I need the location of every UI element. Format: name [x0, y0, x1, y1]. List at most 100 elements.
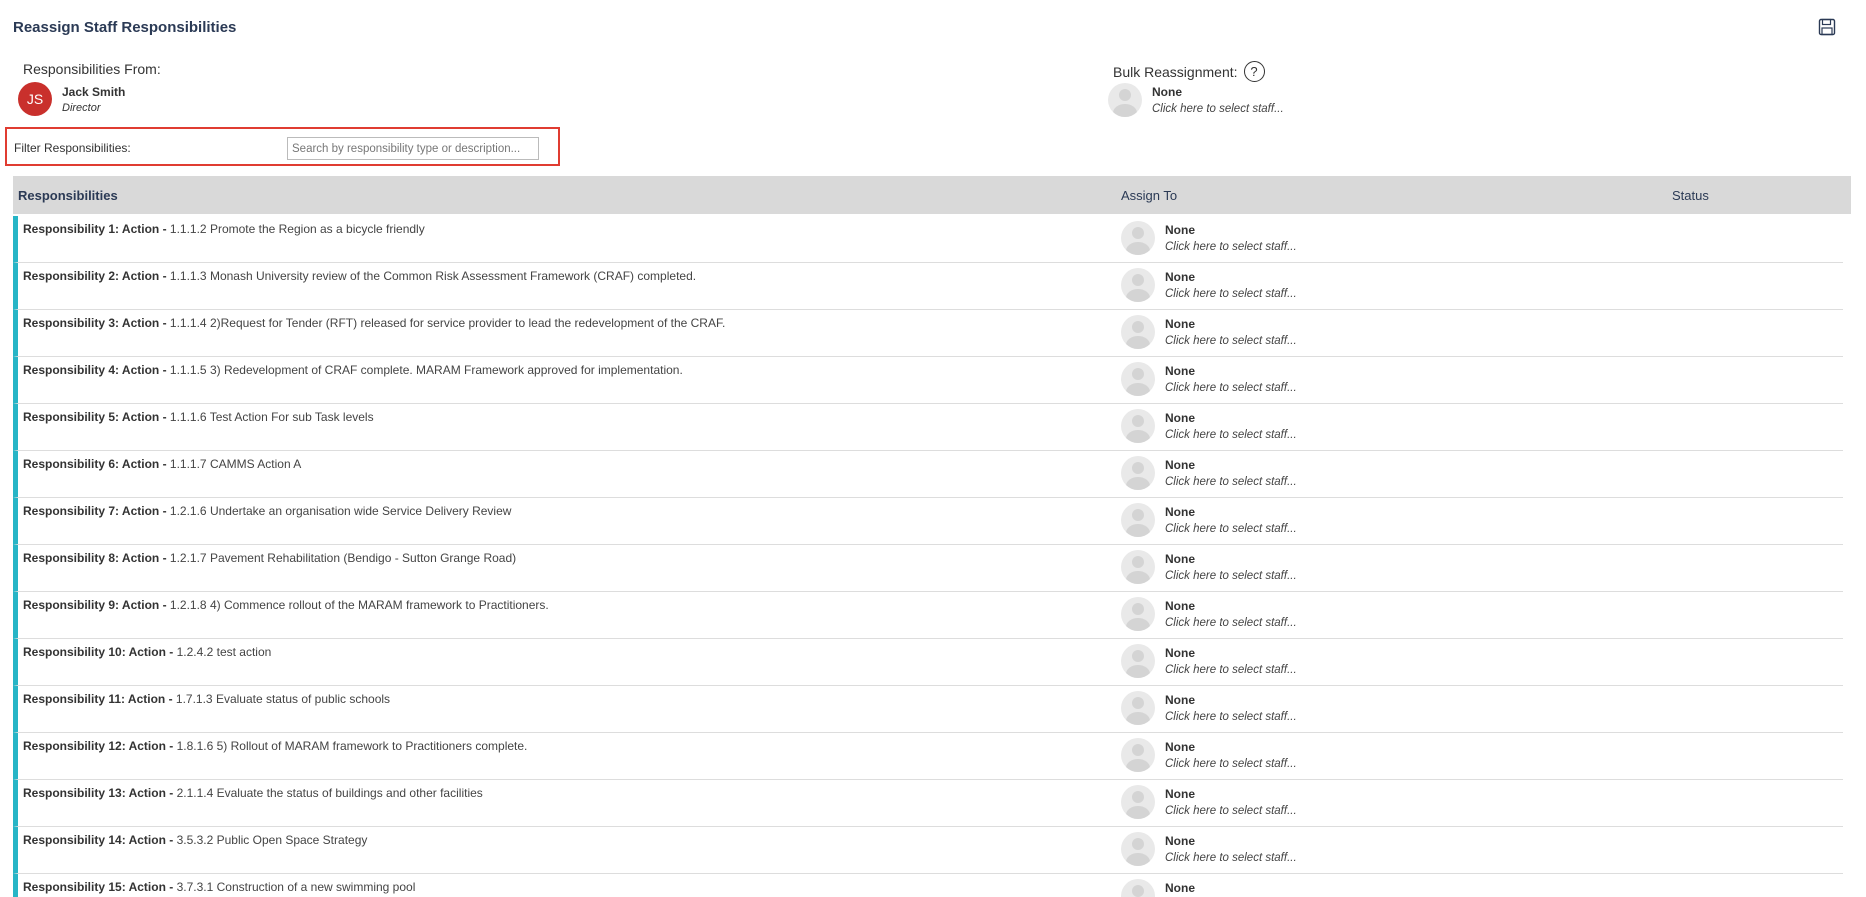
- assign-hint[interactable]: Click here to select staff...: [1165, 476, 1297, 488]
- table-row[interactable]: Responsibility 11: Action - 1.7.1.3 Eval…: [13, 686, 1843, 733]
- filter-search-input[interactable]: [287, 137, 539, 160]
- responsibility-label: Responsibility 6: Action -: [23, 457, 167, 471]
- assign-hint[interactable]: Click here to select staff...: [1165, 288, 1297, 300]
- assign-to-selector[interactable]: NoneClick here to select staff...: [1121, 738, 1297, 772]
- table-row[interactable]: Responsibility 7: Action - 1.2.1.6 Under…: [13, 498, 1843, 545]
- assign-to-selector[interactable]: NoneClick here to select staff...: [1121, 268, 1297, 302]
- table-row[interactable]: Responsibility 9: Action - 1.2.1.8 4) Co…: [13, 592, 1843, 639]
- assign-details: NoneClick here to select staff...: [1165, 881, 1297, 897]
- assign-hint[interactable]: Click here to select staff...: [1165, 664, 1297, 676]
- responsibility-label: Responsibility 12: Action -: [23, 739, 174, 753]
- assign-hint[interactable]: Click here to select staff...: [1165, 711, 1297, 723]
- responsibility-text: 1.1.1.6 Test Action For sub Task levels: [166, 410, 374, 424]
- assignee-name: None: [1165, 505, 1195, 519]
- table-row[interactable]: Responsibility 1: Action - 1.1.1.2 Promo…: [13, 216, 1843, 263]
- assign-to-selector[interactable]: NoneClick here to select staff...: [1121, 785, 1297, 819]
- assignee-name: None: [1165, 411, 1195, 425]
- assignee-name: None: [1165, 693, 1195, 707]
- bulk-reassignment-label: Bulk Reassignment:: [1113, 63, 1238, 80]
- assign-hint[interactable]: Click here to select staff...: [1165, 429, 1297, 441]
- assign-details: None Click here to select staff...: [1165, 646, 1297, 676]
- help-icon[interactable]: ?: [1243, 61, 1265, 82]
- header-responsibilities[interactable]: Responsibilities: [18, 188, 118, 203]
- assign-hint[interactable]: Click here to select staff...: [1165, 852, 1297, 864]
- responsibility-description: Responsibility 14: Action - 3.5.3.2 Publ…: [23, 833, 367, 847]
- assign-to-selector[interactable]: None Click here to select staff...: [1121, 691, 1297, 725]
- assign-hint[interactable]: Click here to select staff...: [1165, 617, 1297, 629]
- table-row[interactable]: Responsibility 4: Action - 1.1.1.5 3) Re…: [13, 357, 1843, 404]
- responsibility-label: Responsibility 10: Action -: [23, 645, 174, 659]
- assignee-name: None: [1165, 646, 1195, 660]
- assign-hint[interactable]: Click here to select staff...: [1165, 523, 1297, 535]
- assign-hint[interactable]: Click here to select staff...: [1165, 570, 1297, 582]
- responsibility-description: Responsibility 4: Action - 1.1.1.5 3) Re…: [23, 363, 683, 377]
- assign-details: None Click here to select staff...: [1165, 505, 1297, 535]
- responsibility-text: 1.7.1.3 Evaluate status of public school…: [172, 692, 391, 706]
- assign-details: None Click here to select staff...: [1165, 458, 1297, 488]
- assign-to-selector[interactable]: NoneClick here to select staff...: [1121, 362, 1297, 396]
- user-placeholder-icon: [1121, 879, 1155, 897]
- user-placeholder-icon: [1121, 362, 1155, 396]
- user-placeholder-icon: [1121, 644, 1155, 678]
- table-row[interactable]: Responsibility 14: Action - 3.5.3.2 Publ…: [13, 827, 1843, 874]
- table-row[interactable]: Responsibility 5: Action - 1.1.1.6 Test …: [13, 404, 1843, 451]
- assign-to-selector[interactable]: None Click here to select staff...: [1121, 644, 1297, 678]
- bulk-assign-selector[interactable]: None Click here to select staff...: [1108, 83, 1284, 117]
- assign-details: NoneClick here to select staff...: [1165, 787, 1297, 817]
- bulk-assign-hint[interactable]: Click here to select staff...: [1152, 103, 1284, 115]
- assignee-name: None: [1165, 458, 1195, 472]
- table-row[interactable]: Responsibility 8: Action - 1.2.1.7 Pavem…: [13, 545, 1843, 592]
- responsibility-description: Responsibility 15: Action - 3.7.3.1 Cons…: [23, 880, 415, 894]
- assign-hint[interactable]: Click here to select staff...: [1165, 241, 1297, 253]
- user-placeholder-icon: [1121, 315, 1155, 349]
- responsibility-text: 1.2.4.2 test action: [173, 645, 272, 659]
- assign-to-selector[interactable]: NoneClick here to select staff...: [1121, 315, 1297, 349]
- user-placeholder-icon: [1121, 597, 1155, 631]
- responsibility-description: Responsibility 8: Action - 1.2.1.7 Pavem…: [23, 551, 516, 565]
- assign-details: None Click here to select staff...: [1165, 693, 1297, 723]
- assign-to-selector[interactable]: NoneClick here to select staff...: [1121, 832, 1297, 866]
- table-row[interactable]: Responsibility 2: Action - 1.1.1.3 Monas…: [13, 263, 1843, 310]
- table-row[interactable]: Responsibility 15: Action - 3.7.3.1 Cons…: [13, 874, 1843, 897]
- table-row[interactable]: Responsibility 10: Action - 1.2.4.2 test…: [13, 639, 1843, 686]
- responsibility-text: 3.7.3.1 Construction of a new swimming p…: [173, 880, 416, 894]
- responsibility-list[interactable]: Responsibility 1: Action - 1.1.1.2 Promo…: [13, 216, 1843, 897]
- floppy-disk-icon[interactable]: [1818, 18, 1836, 36]
- table-row[interactable]: Responsibility 6: Action - 1.1.1.7 CAMMS…: [13, 451, 1843, 498]
- avatar: JS: [18, 82, 52, 116]
- responsibility-text: 3.5.3.2 Public Open Space Strategy: [173, 833, 368, 847]
- user-placeholder-icon: [1121, 691, 1155, 725]
- assign-details: NoneClick here to select staff...: [1165, 364, 1297, 394]
- assign-to-selector[interactable]: NoneClick here to select staff...: [1121, 597, 1297, 631]
- assign-hint[interactable]: Click here to select staff...: [1165, 335, 1297, 347]
- assign-to-selector[interactable]: None Click here to select staff...: [1121, 409, 1297, 443]
- from-user-name: Jack Smith: [62, 84, 126, 99]
- assign-to-selector[interactable]: None Click here to select staff...: [1121, 550, 1297, 584]
- assignee-name: None: [1165, 552, 1195, 566]
- responsibility-label: Responsibility 15: Action -: [23, 880, 174, 894]
- assign-details: NoneClick here to select staff...: [1165, 270, 1297, 300]
- responsibilities-from-label: Responsibilities From:: [23, 61, 161, 77]
- assign-to-selector[interactable]: None Click here to select staff...: [1121, 221, 1297, 255]
- table-row[interactable]: Responsibility 3: Action - 1.1.1.4 2)Req…: [13, 310, 1843, 357]
- assign-to-selector[interactable]: NoneClick here to select staff...: [1121, 879, 1297, 897]
- assign-hint[interactable]: Click here to select staff...: [1165, 805, 1297, 817]
- table-row[interactable]: Responsibility 13: Action - 2.1.1.4 Eval…: [13, 780, 1843, 827]
- assign-hint[interactable]: Click here to select staff...: [1165, 382, 1297, 394]
- responsibility-text: 1.2.1.7 Pavement Rehabilitation (Bendigo…: [166, 551, 517, 565]
- responsibility-description: Responsibility 7: Action - 1.2.1.6 Under…: [23, 504, 511, 518]
- assign-details: NoneClick here to select staff...: [1165, 740, 1297, 770]
- header-assign-to[interactable]: Assign To: [1121, 188, 1177, 203]
- responsibility-description: Responsibility 6: Action - 1.1.1.7 CAMMS…: [23, 457, 301, 471]
- assign-hint[interactable]: Click here to select staff...: [1165, 758, 1297, 770]
- header-status[interactable]: Status: [1672, 188, 1709, 203]
- assign-to-selector[interactable]: None Click here to select staff...: [1121, 456, 1297, 490]
- assign-to-selector[interactable]: None Click here to select staff...: [1121, 503, 1297, 537]
- assignee-name: None: [1165, 223, 1195, 237]
- from-user-details: Jack Smith Director: [62, 85, 125, 114]
- user-placeholder-icon: [1121, 268, 1155, 302]
- user-placeholder-icon: [1121, 832, 1155, 866]
- table-row[interactable]: Responsibility 12: Action - 1.8.1.6 5) R…: [13, 733, 1843, 780]
- responsibility-description: Responsibility 3: Action - 1.1.1.4 2)Req…: [23, 316, 725, 330]
- responsibility-description: Responsibility 5: Action - 1.1.1.6 Test …: [23, 410, 374, 424]
